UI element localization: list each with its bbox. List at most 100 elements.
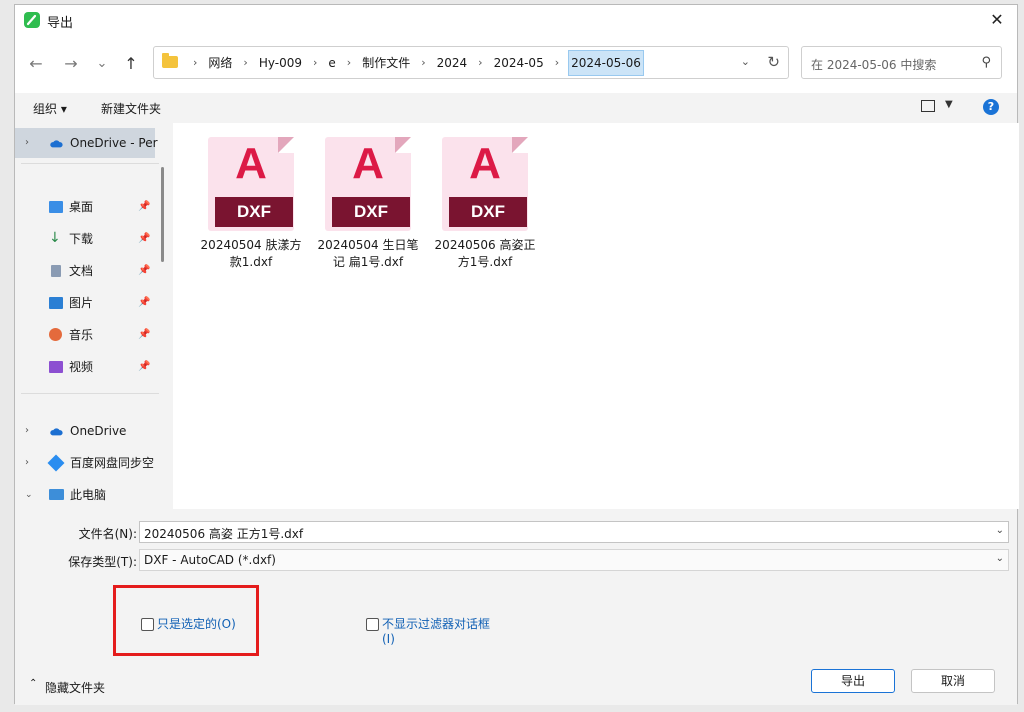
cloud-icon [50,140,63,148]
sidebar-item-label: 桌面 [69,200,94,214]
breadcrumb-current[interactable]: 2024-05-06 [568,49,644,76]
dxf-file-icon: A DXF [205,133,297,231]
save-options-panel: 文件名(N): 20240506 高姿 正方1号.dxf ⌄ 保存类型(T): … [15,509,1017,705]
filename-value: 20240506 高姿 正方1号.dxf [144,527,304,541]
new-folder-button[interactable]: 新建文件夹 [101,100,161,117]
sidebar-divider [21,393,159,394]
sidebar-item-label: OneDrive [70,424,127,438]
baidu-icon [47,454,65,472]
only-selected-checkbox[interactable] [141,618,154,631]
dxf-file-icon: A DXF [439,133,531,231]
file-item[interactable]: A DXF 20240504 肤漾方款1.dxf [197,133,305,271]
export-button[interactable]: 导出 [811,669,895,693]
download-icon: ↓ [49,230,61,246]
pin-icon[interactable]: 📌 [138,256,150,286]
chevron-right-icon: › [25,425,29,436]
file-name: 20240504 肤漾方款1.dxf [200,238,302,269]
up-button[interactable]: ↑ [120,53,142,75]
desktop-icon [49,201,63,213]
chevron-right-icon: › [312,56,318,69]
sidebar-item-label: 图片 [69,296,94,310]
file-item[interactable]: A DXF 20240504 生日笔记 扁1号.dxf [314,133,422,271]
chevron-up-icon[interactable]: ⌃ [29,678,37,689]
sidebar-item-documents[interactable]: 文档 📌 [15,256,155,286]
video-icon [49,361,63,373]
export-dialog: 导出 ✕ ← → ⌄ ↑ › 网络 › Hy-009 › e › 制作文件 › … [14,4,1019,705]
pin-icon[interactable]: 📌 [138,192,150,222]
breadcrumb-item[interactable]: 2024-05 [492,56,546,70]
sidebar-item-label: 下载 [69,232,94,246]
only-selected-label[interactable]: 只是选定的(O) [157,615,236,632]
sidebar-item-desktop[interactable]: 桌面 📌 [15,192,155,222]
refresh-icon[interactable]: ↻ [767,53,780,71]
filetype-value: DXF - AutoCAD (*.dxf) [144,553,276,567]
sidebar-scrollbar[interactable] [161,167,164,262]
file-name: 20240506 高姿正方1号.dxf [434,238,536,269]
chevron-right-icon: › [421,56,426,69]
sidebar-item-this-pc[interactable]: ⌄ 此电脑 [15,480,155,509]
filetype-label: 保存类型(T): [68,555,137,569]
breadcrumb-item[interactable]: 网络 [206,54,234,71]
sidebar-item-baidu[interactable]: › 百度网盘同步空 [15,448,155,478]
sidebar-item-onedrive[interactable]: › OneDrive [15,416,155,446]
chevron-right-icon: › [554,56,560,69]
breadcrumb-item[interactable]: Hy-009 [257,56,304,70]
pin-icon[interactable]: 📌 [138,224,150,254]
address-bar[interactable]: › 网络 › Hy-009 › e › 制作文件 › 2024 › 2024-0… [153,46,789,79]
recent-locations-button[interactable]: ⌄ [91,53,113,75]
chevron-right-icon: › [346,56,352,69]
back-button[interactable]: ← [25,53,47,75]
pictures-icon [49,297,63,309]
chevron-right-icon: › [25,137,29,148]
chevron-down-icon[interactable]: ⌄ [996,525,1004,536]
chevron-right-icon: › [25,457,29,468]
sidebar-item-pictures[interactable]: 图片 📌 [15,288,155,318]
file-name: 20240504 生日笔记 扁1号.dxf [317,238,419,269]
sidebar-item-downloads[interactable]: ↓ 下载 📌 [15,224,155,254]
sidebar-item-label: 此电脑 [70,488,107,502]
folder-icon [162,53,178,68]
help-icon[interactable]: ? [983,99,999,115]
dxf-file-icon: A DXF [322,133,414,231]
organize-menu[interactable]: 组织 ▾ [33,100,67,117]
music-icon [49,328,62,341]
breadcrumb-item[interactable]: 制作文件 [360,54,412,71]
chevron-right-icon: › [243,56,248,69]
hide-folders-toggle[interactable]: 隐藏文件夹 [45,679,105,696]
no-filter-dialog-label-suffix[interactable]: (I) [382,632,395,646]
sidebar-item-label: 音乐 [69,328,94,342]
no-filter-dialog-checkbox[interactable] [366,618,379,631]
view-icon[interactable] [921,100,935,112]
filetype-select[interactable]: DXF - AutoCAD (*.dxf) ⌄ [139,549,1009,571]
sidebar-item-music[interactable]: 音乐 📌 [15,320,155,350]
breadcrumb: › 网络 › Hy-009 › e › 制作文件 › 2024 › 2024-0… [184,47,644,78]
navigation-pane: › OneDrive - Per 桌面 📌 ↓ 下载 📌 文档 📌 图片 📌 音… [15,123,172,509]
no-filter-dialog-label[interactable]: 不显示过滤器对话框 [382,615,490,632]
close-button[interactable]: ✕ [977,5,1017,35]
sidebar-item-onedrive-personal[interactable]: › OneDrive - Per [15,128,158,158]
document-icon [51,265,61,277]
pin-icon[interactable]: 📌 [138,352,150,382]
chevron-down-icon[interactable]: ⌄ [996,553,1004,564]
toolbar: 组织 ▾ 新建文件夹 ▼ ? [15,93,1017,123]
pin-icon[interactable]: 📌 [138,288,150,318]
sidebar-item-label: 文档 [69,264,94,278]
sidebar-item-videos[interactable]: 视频 📌 [15,352,155,382]
file-list: A DXF 20240504 肤漾方款1.dxf A DXF 20240504 … [173,123,1019,509]
breadcrumb-item[interactable]: 2024 [435,56,470,70]
chevron-down-icon[interactable]: ▼ [945,99,953,110]
sidebar-divider [21,163,159,164]
cancel-button[interactable]: 取消 [911,669,995,693]
title-bar: 导出 ✕ [15,5,1017,35]
sidebar-item-label: 百度网盘同步空 [70,456,155,470]
chevron-down-icon: ⌄ [25,490,33,500]
chevron-down-icon[interactable]: ⌄ [741,55,750,68]
file-item[interactable]: A DXF 20240506 高姿正方1号.dxf [431,133,539,271]
filename-field[interactable]: 20240506 高姿 正方1号.dxf ⌄ [139,521,1009,543]
pin-icon[interactable]: 📌 [138,320,150,350]
cloud-icon [50,428,63,436]
search-input[interactable]: 在 2024-05-06 中搜索 ⚲ [801,46,1002,79]
breadcrumb-item[interactable]: e [326,56,337,70]
search-placeholder: 在 2024-05-06 中搜索 [811,58,937,72]
forward-button[interactable]: → [60,53,82,75]
